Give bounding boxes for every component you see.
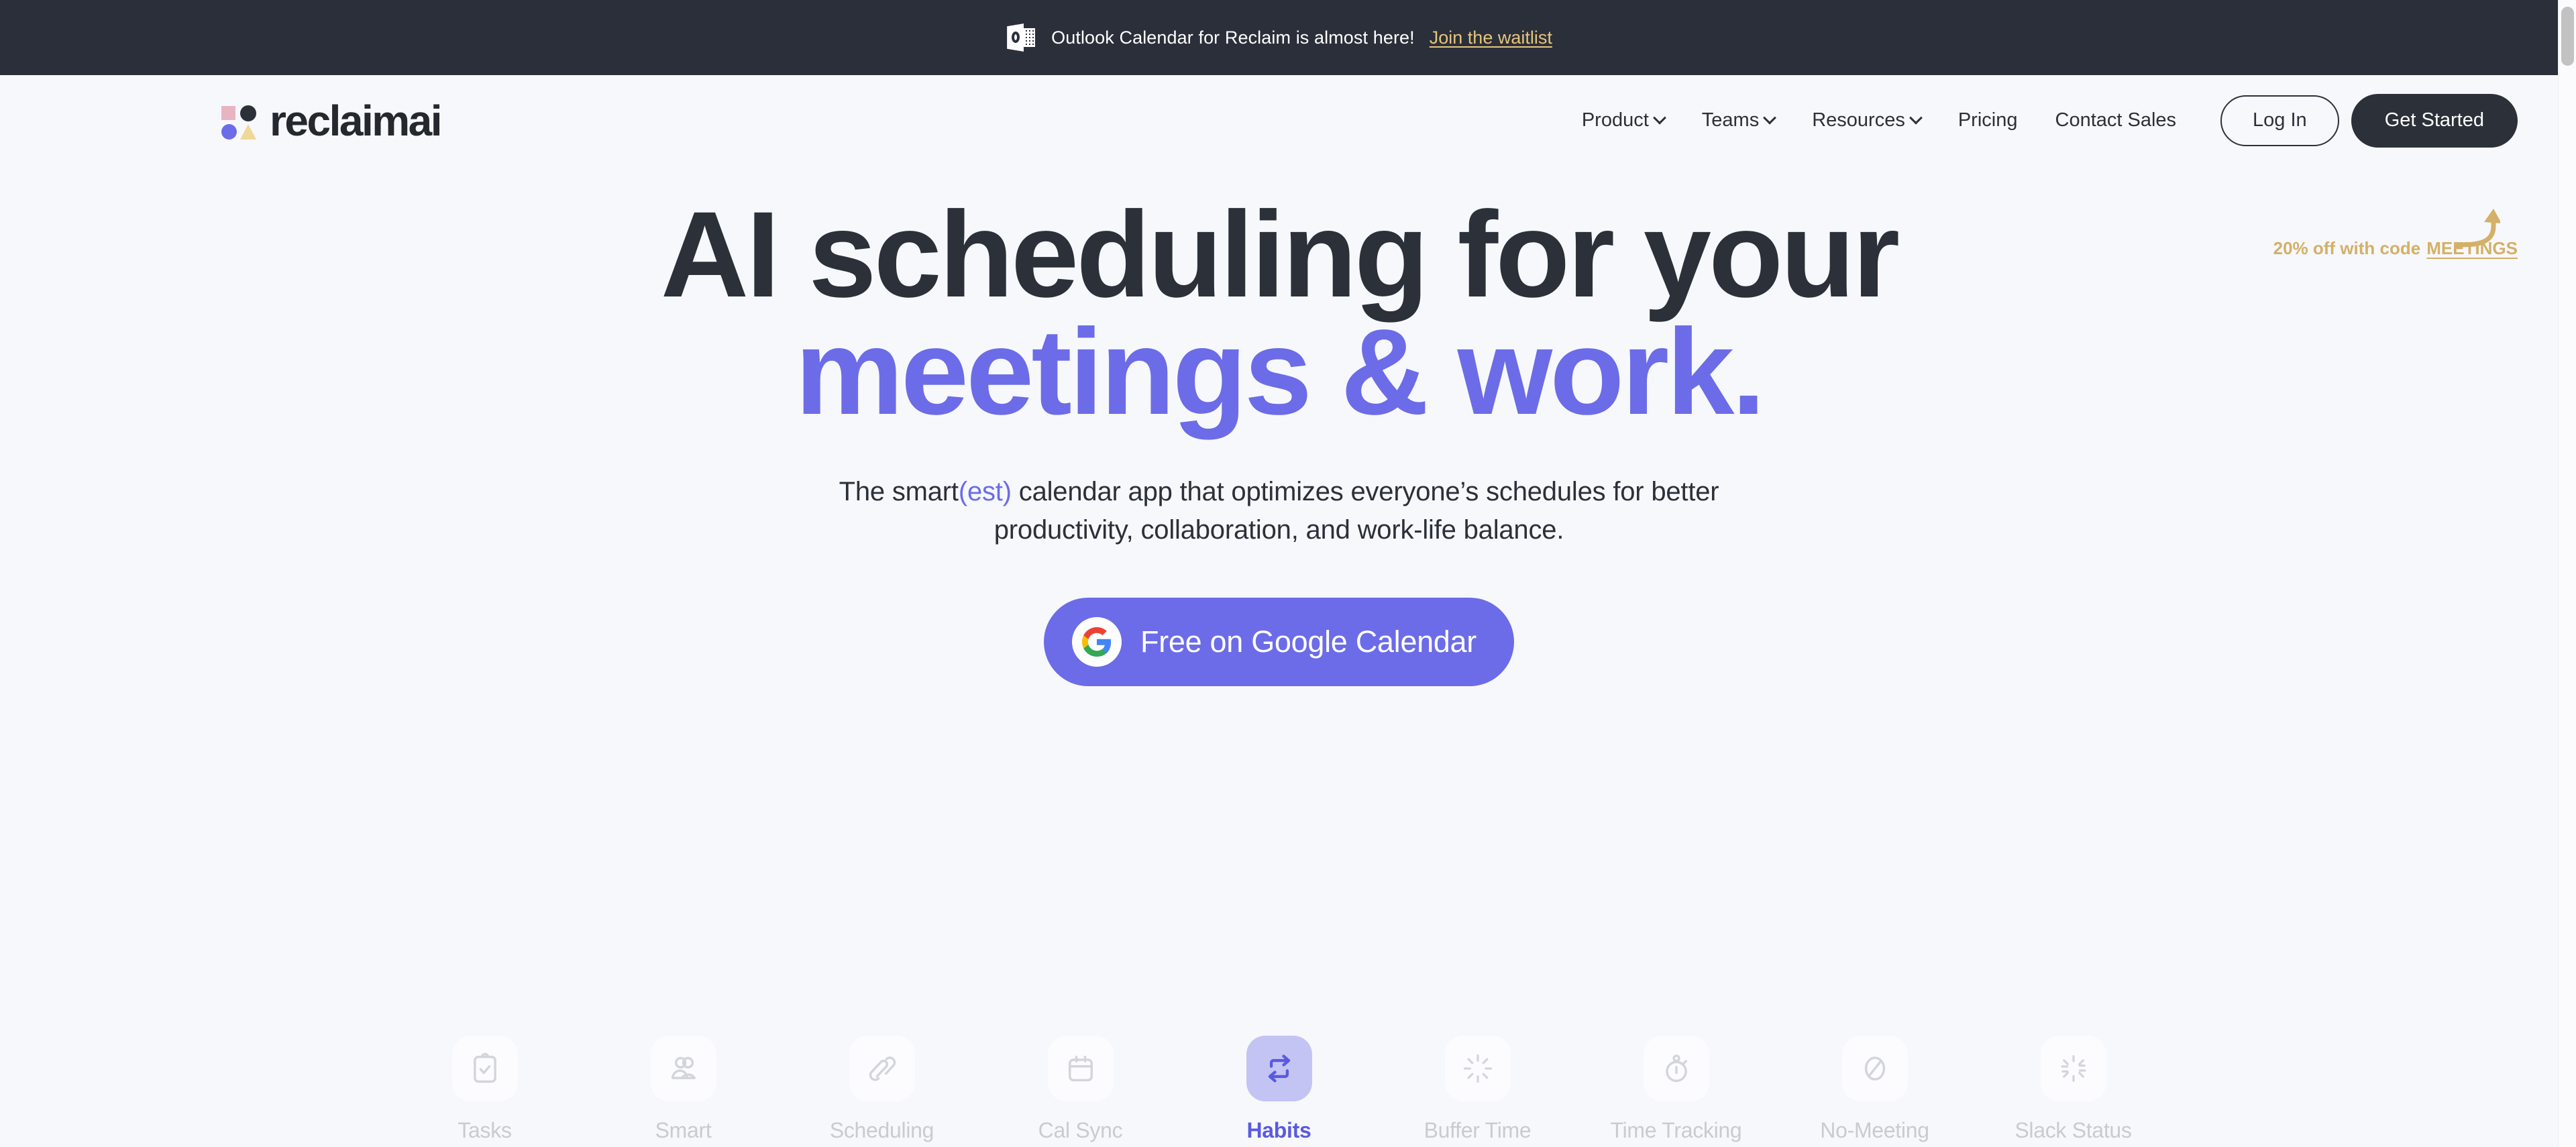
feature-label: Time Tracking: [1610, 1118, 1742, 1142]
stopwatch-icon: [1643, 1036, 1709, 1101]
nav-label: Product: [1581, 109, 1649, 131]
feature-label: Tasks: [458, 1118, 512, 1142]
feature-label: Habits: [1246, 1118, 1311, 1142]
feature-label: Cal Sync: [1038, 1118, 1123, 1142]
chevron-down-icon: [1652, 111, 1666, 125]
curved-arrow-icon: [2456, 209, 2500, 248]
calendar-icon: [1047, 1036, 1114, 1101]
nav-label: Teams: [1701, 109, 1760, 131]
cta-label: Free on Google Calendar: [1140, 624, 1477, 659]
people-icon: [650, 1036, 716, 1101]
hero-subtitle: The smart(est) calendar app that optimiz…: [0, 473, 2558, 549]
slack-burst-icon: [2040, 1036, 2106, 1101]
headline-line-2: meetings & work.: [0, 311, 2558, 433]
join-waitlist-link[interactable]: Join the waitlist: [1430, 28, 1552, 48]
site-header: reclaimai Product Teams Resources Pricin…: [0, 75, 2558, 258]
repeat-icon: [1246, 1036, 1312, 1101]
promo-text: 20% off with code: [2273, 238, 2421, 258]
feature-label: Scheduling: [829, 1118, 934, 1142]
google-icon: [1072, 617, 1122, 667]
main-nav: Product Teams Resources Pricing Contact …: [1563, 93, 2518, 148]
scrollbar-thumb[interactable]: [2561, 7, 2574, 66]
feature-strip: Tasks Smart Scheduling Cal Sync Habits B…: [0, 1036, 2558, 1147]
burst-icon: [1444, 1036, 1511, 1101]
announcement-banner: Outlook Calendar for Reclaim is almost h…: [0, 0, 2558, 75]
headline-accent-meetings: meetings: [795, 303, 1312, 440]
feature-tasks[interactable]: Tasks: [415, 1036, 555, 1143]
hero-section: AI scheduling for your meetings & work. …: [0, 166, 2558, 687]
headline-accent-work: work.: [1457, 303, 1766, 440]
feature-label: Smart: [655, 1118, 712, 1142]
nav-item-product[interactable]: Product: [1563, 109, 1683, 131]
logo-mark-icon: [221, 102, 260, 140]
clipboard-check-icon: [451, 1036, 518, 1101]
free-on-google-calendar-button[interactable]: Free on Google Calendar: [1044, 598, 1514, 687]
get-started-button[interactable]: Get Started: [2351, 93, 2518, 148]
chevron-down-icon: [1909, 111, 1923, 125]
feature-label: Buffer Time: [1424, 1118, 1532, 1142]
feature-label: No-Meeting: [1820, 1118, 1929, 1142]
promo-note: 20% off with code MEETINGS: [2273, 209, 2518, 259]
nav-label: Contact Sales: [2055, 109, 2177, 131]
subtitle-part-b: calendar app that optimizes everyone’s s…: [1011, 477, 1719, 507]
subtitle-part-a: The smart: [839, 477, 959, 507]
feature-no-meeting[interactable]: No-Meeting: [1805, 1036, 1945, 1143]
announcement-text: Outlook Calendar for Reclaim is almost h…: [1051, 27, 1415, 48]
feature-cal-sync[interactable]: Cal Sync: [1010, 1036, 1151, 1143]
logo-wordmark: reclaimai: [270, 96, 443, 145]
subtitle-part-c: productivity, collaboration, and work-li…: [994, 515, 1564, 545]
logo[interactable]: reclaimai: [221, 96, 443, 146]
page-viewport: Outlook Calendar for Reclaim is almost h…: [0, 0, 2558, 1147]
headline-amp: &: [1309, 303, 1458, 440]
subtitle-est: (est): [958, 477, 1012, 507]
feature-habits[interactable]: Habits: [1209, 1036, 1350, 1143]
page-title: AI scheduling for your meetings & work.: [0, 186, 2558, 433]
nav-item-contact-sales[interactable]: Contact Sales: [2037, 109, 2196, 131]
nav-item-teams[interactable]: Teams: [1683, 109, 1793, 131]
link-icon: [849, 1036, 915, 1101]
chevron-down-icon: [1763, 111, 1777, 125]
hero-cta-wrapper: Free on Google Calendar: [0, 598, 2558, 687]
nav-item-pricing[interactable]: Pricing: [1939, 109, 2037, 131]
page-scrollbar[interactable]: [2558, 0, 2576, 1147]
feature-scheduling[interactable]: Scheduling: [812, 1036, 953, 1143]
feature-label: Slack Status: [2015, 1118, 2132, 1142]
login-button[interactable]: Log In: [2220, 95, 2339, 146]
nav-label: Pricing: [1957, 109, 2018, 131]
feature-time-tracking[interactable]: Time Tracking: [1606, 1036, 1747, 1143]
nav-label: Resources: [1812, 109, 1905, 131]
feature-buffer-time[interactable]: Buffer Time: [1407, 1036, 1548, 1143]
no-entry-icon: [1841, 1036, 1908, 1101]
nav-item-resources[interactable]: Resources: [1793, 109, 1939, 131]
feature-smart[interactable]: Smart: [613, 1036, 754, 1143]
feature-slack-status[interactable]: Slack Status: [2003, 1036, 2144, 1143]
headline-line-1: AI scheduling for your: [660, 186, 1900, 323]
outlook-icon: [1006, 22, 1036, 53]
